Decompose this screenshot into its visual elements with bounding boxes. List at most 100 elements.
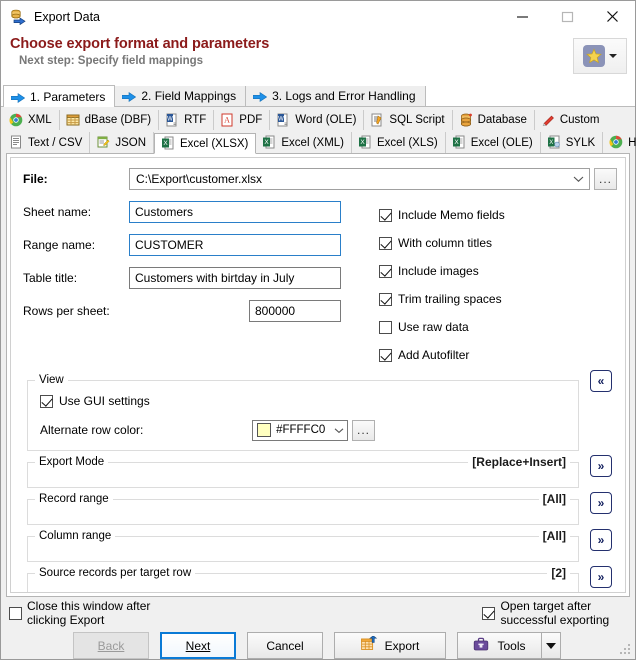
parameters-panel-inner: File: C:\Export\customer.xlsx ... Sheet … (10, 157, 626, 593)
parameters-panel: File: C:\Export\customer.xlsx ... Sheet … (6, 153, 630, 597)
sheet-name-row: Sheet name: Customers (23, 201, 363, 223)
format-tab-label: Excel (XML) (281, 136, 345, 149)
tools-button[interactable]: Tools (457, 632, 561, 659)
maximize-icon[interactable] (545, 1, 590, 32)
format-tab-excel-xlsx[interactable]: X Excel (XLSX) (154, 133, 257, 154)
double-chevron-right-icon[interactable]: » (590, 492, 612, 514)
chevron-down-icon[interactable] (567, 175, 589, 183)
database-icon (459, 113, 474, 128)
next-button-label: Next (185, 638, 211, 653)
wizard-step-tabs: 1. Parameters 2. Field Mappings 3. Logs … (1, 85, 635, 107)
column-range-legend: Column range (35, 530, 116, 542)
double-chevron-right-icon[interactable]: » (590, 455, 612, 477)
page-subtitle: Next step: Specify field mappings (19, 55, 204, 67)
format-tab-excel-xls[interactable]: X Excel (XLS) (352, 132, 446, 153)
back-button[interactable]: Back (73, 632, 149, 659)
form-columns: Sheet name: Customers Range name: CUSTOM… (23, 201, 617, 372)
format-tabs-row-1: XML dBase (DBF) W RTF A PDF W Word (OLE)… (1, 108, 635, 130)
format-tab-database[interactable]: Database (453, 110, 535, 130)
tab-logs-and-error-handling[interactable]: 3. Logs and Error Handling (245, 85, 426, 106)
option-trim-trailing-spaces[interactable]: Trim trailing spaces (379, 288, 617, 310)
format-tab-json[interactable]: JSON (90, 132, 154, 153)
option-use-gui-settings[interactable]: Use GUI settings (40, 390, 570, 412)
double-chevron-right-icon[interactable]: » (590, 529, 612, 551)
svg-text:X: X (265, 139, 270, 146)
tab-field-mappings[interactable]: 2. Field Mappings (114, 85, 247, 106)
tools-dropdown-button[interactable] (541, 632, 561, 659)
format-tab-html[interactable]: HTML (603, 132, 636, 153)
option-label: Include images (398, 264, 479, 278)
file-browse-button[interactable]: ... (594, 168, 617, 190)
tab-label: 1. Parameters (30, 89, 106, 104)
option-label: Add Autofilter (398, 348, 470, 362)
option-open-target-after-export[interactable]: Open target after successful exporting (482, 599, 635, 627)
format-tab-sql-script[interactable]: SQL Script (364, 110, 453, 130)
range-name-input[interactable]: CUSTOMER (129, 234, 341, 256)
format-tab-text-csv[interactable]: Text / CSV (3, 132, 91, 153)
checkbox-icon[interactable] (379, 348, 392, 362)
sheet-name-input[interactable]: Customers (129, 201, 341, 223)
favorites-button[interactable] (573, 38, 627, 74)
option-use-raw-data[interactable]: Use raw data (379, 316, 617, 338)
option-close-window-after-export[interactable]: Close this window after clicking Export (9, 599, 162, 627)
json-note-icon (96, 135, 111, 150)
format-tab-excel-xml[interactable]: X Excel (XML) (256, 132, 353, 153)
double-chevron-left-icon[interactable]: « (590, 370, 612, 392)
checkbox-icon[interactable] (379, 264, 392, 278)
checkbox-icon[interactable] (9, 606, 22, 620)
format-tab-sylk[interactable]: X SYLK (541, 132, 604, 153)
format-tab-label: PDF (239, 114, 263, 126)
export-button[interactable]: Export (334, 632, 446, 659)
table-title-row: Table title: Customers with birtday in J… (23, 267, 363, 289)
record-range-legend: Record range (35, 493, 113, 505)
alternate-row-color-browse-button[interactable]: ... (352, 419, 375, 441)
title-bar: Export Data (1, 1, 635, 32)
tools-button-main[interactable]: Tools (457, 632, 541, 659)
resize-grip[interactable] (620, 644, 632, 656)
checkbox-icon[interactable] (379, 320, 392, 334)
checkbox-icon[interactable] (482, 606, 496, 620)
chevron-down-icon[interactable] (330, 427, 347, 434)
checkbox-icon[interactable] (40, 394, 53, 408)
checkbox-icon[interactable] (379, 208, 392, 222)
back-button-label: Back (97, 638, 125, 653)
range-name-label: Range name: (23, 238, 96, 252)
form-left-column: Sheet name: Customers Range name: CUSTOM… (23, 201, 363, 372)
source-records-value: [2] (547, 566, 570, 580)
format-tab-label: Database (477, 114, 527, 126)
table-title-label: Table title: (23, 271, 78, 285)
favorites-dropdown-icon[interactable] (609, 54, 617, 58)
svg-text:X: X (360, 139, 365, 146)
format-tab-rtf[interactable]: W RTF (159, 110, 215, 130)
double-chevron-right-icon[interactable]: » (590, 566, 612, 588)
format-tab-pdf[interactable]: A PDF (214, 110, 271, 130)
option-add-autofilter[interactable]: Add Autofilter (379, 344, 617, 366)
format-tab-dbase-dbf[interactable]: dBase (DBF) (60, 110, 160, 130)
button-bar: Back Next Cancel Export Tools (1, 623, 635, 659)
checkbox-icon[interactable] (379, 292, 392, 306)
format-tab-label: RTF (184, 114, 207, 126)
next-button[interactable]: Next (160, 632, 236, 659)
column-range-value: [All] (538, 529, 570, 543)
table-title-input[interactable]: Customers with birtday in July (129, 267, 341, 289)
format-tab-label: JSON (115, 136, 146, 149)
option-with-column-titles[interactable]: With column titles (379, 232, 617, 254)
minimize-icon[interactable] (500, 1, 545, 32)
option-include-memo-fields[interactable]: Include Memo fields (379, 204, 617, 226)
alternate-row-color-input[interactable]: #FFFFC0 (252, 419, 348, 441)
format-tab-custom[interactable]: Custom (535, 110, 607, 130)
rows-per-sheet-input[interactable]: 800000 (249, 300, 341, 322)
format-tab-word-ole[interactable]: W Word (OLE) (270, 110, 365, 130)
cancel-button[interactable]: Cancel (247, 632, 323, 659)
tab-parameters[interactable]: 1. Parameters (3, 85, 116, 107)
form-right-column: Include Memo fields With column titles I… (363, 201, 617, 372)
option-include-images[interactable]: Include images (379, 260, 617, 282)
checkbox-icon[interactable] (379, 236, 392, 250)
window-controls (500, 1, 635, 32)
file-input[interactable]: C:\Export\customer.xlsx (129, 168, 590, 190)
format-tab-xml[interactable]: XML (3, 110, 60, 130)
format-tab-excel-ole[interactable]: X Excel (OLE) (446, 132, 541, 153)
color-swatch (257, 423, 272, 437)
file-label: File: (23, 172, 48, 186)
close-icon[interactable] (590, 1, 635, 32)
